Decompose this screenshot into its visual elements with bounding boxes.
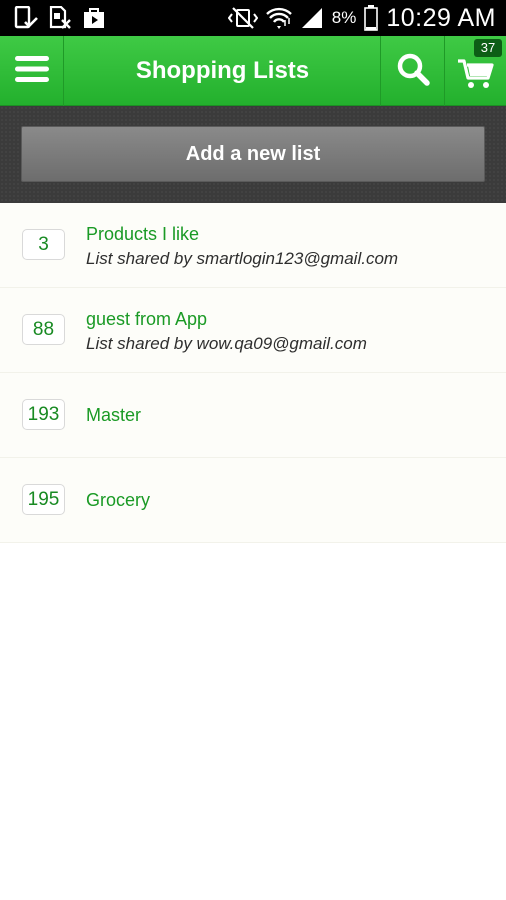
add-new-list-button[interactable]: Add a new list: [21, 126, 485, 182]
list-item[interactable]: 193 Master: [0, 373, 506, 458]
notification-icons: [14, 5, 106, 30]
vibrate-mute-icon: [227, 6, 258, 30]
list-name: Grocery: [86, 490, 151, 510]
list-item[interactable]: 88 guest from App List shared by wow.qa0…: [0, 288, 506, 373]
menu-button[interactable]: [0, 36, 64, 106]
phone-check-icon: [14, 5, 38, 30]
item-count-badge: 3: [22, 229, 65, 260]
signal-icon: [300, 6, 324, 30]
battery-percentage: 8%: [331, 8, 357, 27]
shopping-lists: 3 Products I like List shared by smartlo…: [0, 203, 506, 543]
play-store-icon: [82, 6, 106, 30]
sim-blocked-icon: [48, 5, 72, 30]
list-name: Products I like: [86, 224, 200, 244]
list-item[interactable]: 195 Grocery: [0, 458, 506, 543]
cart-count-badge: 37: [474, 39, 502, 57]
system-icons: 8% 10:29 AM: [227, 3, 496, 32]
hamburger-icon: [14, 54, 50, 89]
page-title: Shopping Lists: [135, 57, 310, 84]
item-count-badge: 195: [22, 484, 65, 515]
cart-icon: [457, 58, 494, 95]
search-icon: [396, 52, 430, 91]
list-shared-by: List shared by smartlogin123@gmail.com: [86, 249, 399, 268]
battery-icon: [364, 5, 379, 31]
wifi-icon: [265, 6, 292, 30]
add-list-bar: Add a new list: [0, 106, 506, 203]
cart-button[interactable]: 37: [444, 36, 506, 106]
list-shared-by: List shared by wow.qa09@gmail.com: [86, 334, 367, 353]
item-count-badge: 88: [22, 314, 65, 345]
clock: 10:29 AM: [386, 3, 496, 32]
list-item[interactable]: 3 Products I like List shared by smartlo…: [0, 203, 506, 288]
app-bar: Shopping Lists 37: [0, 36, 506, 106]
list-name: Master: [86, 405, 142, 425]
search-button[interactable]: [380, 36, 444, 106]
list-name: guest from App: [86, 309, 208, 329]
status-bar: 8% 10:29 AM: [0, 0, 506, 36]
item-count-badge: 193: [22, 399, 65, 430]
